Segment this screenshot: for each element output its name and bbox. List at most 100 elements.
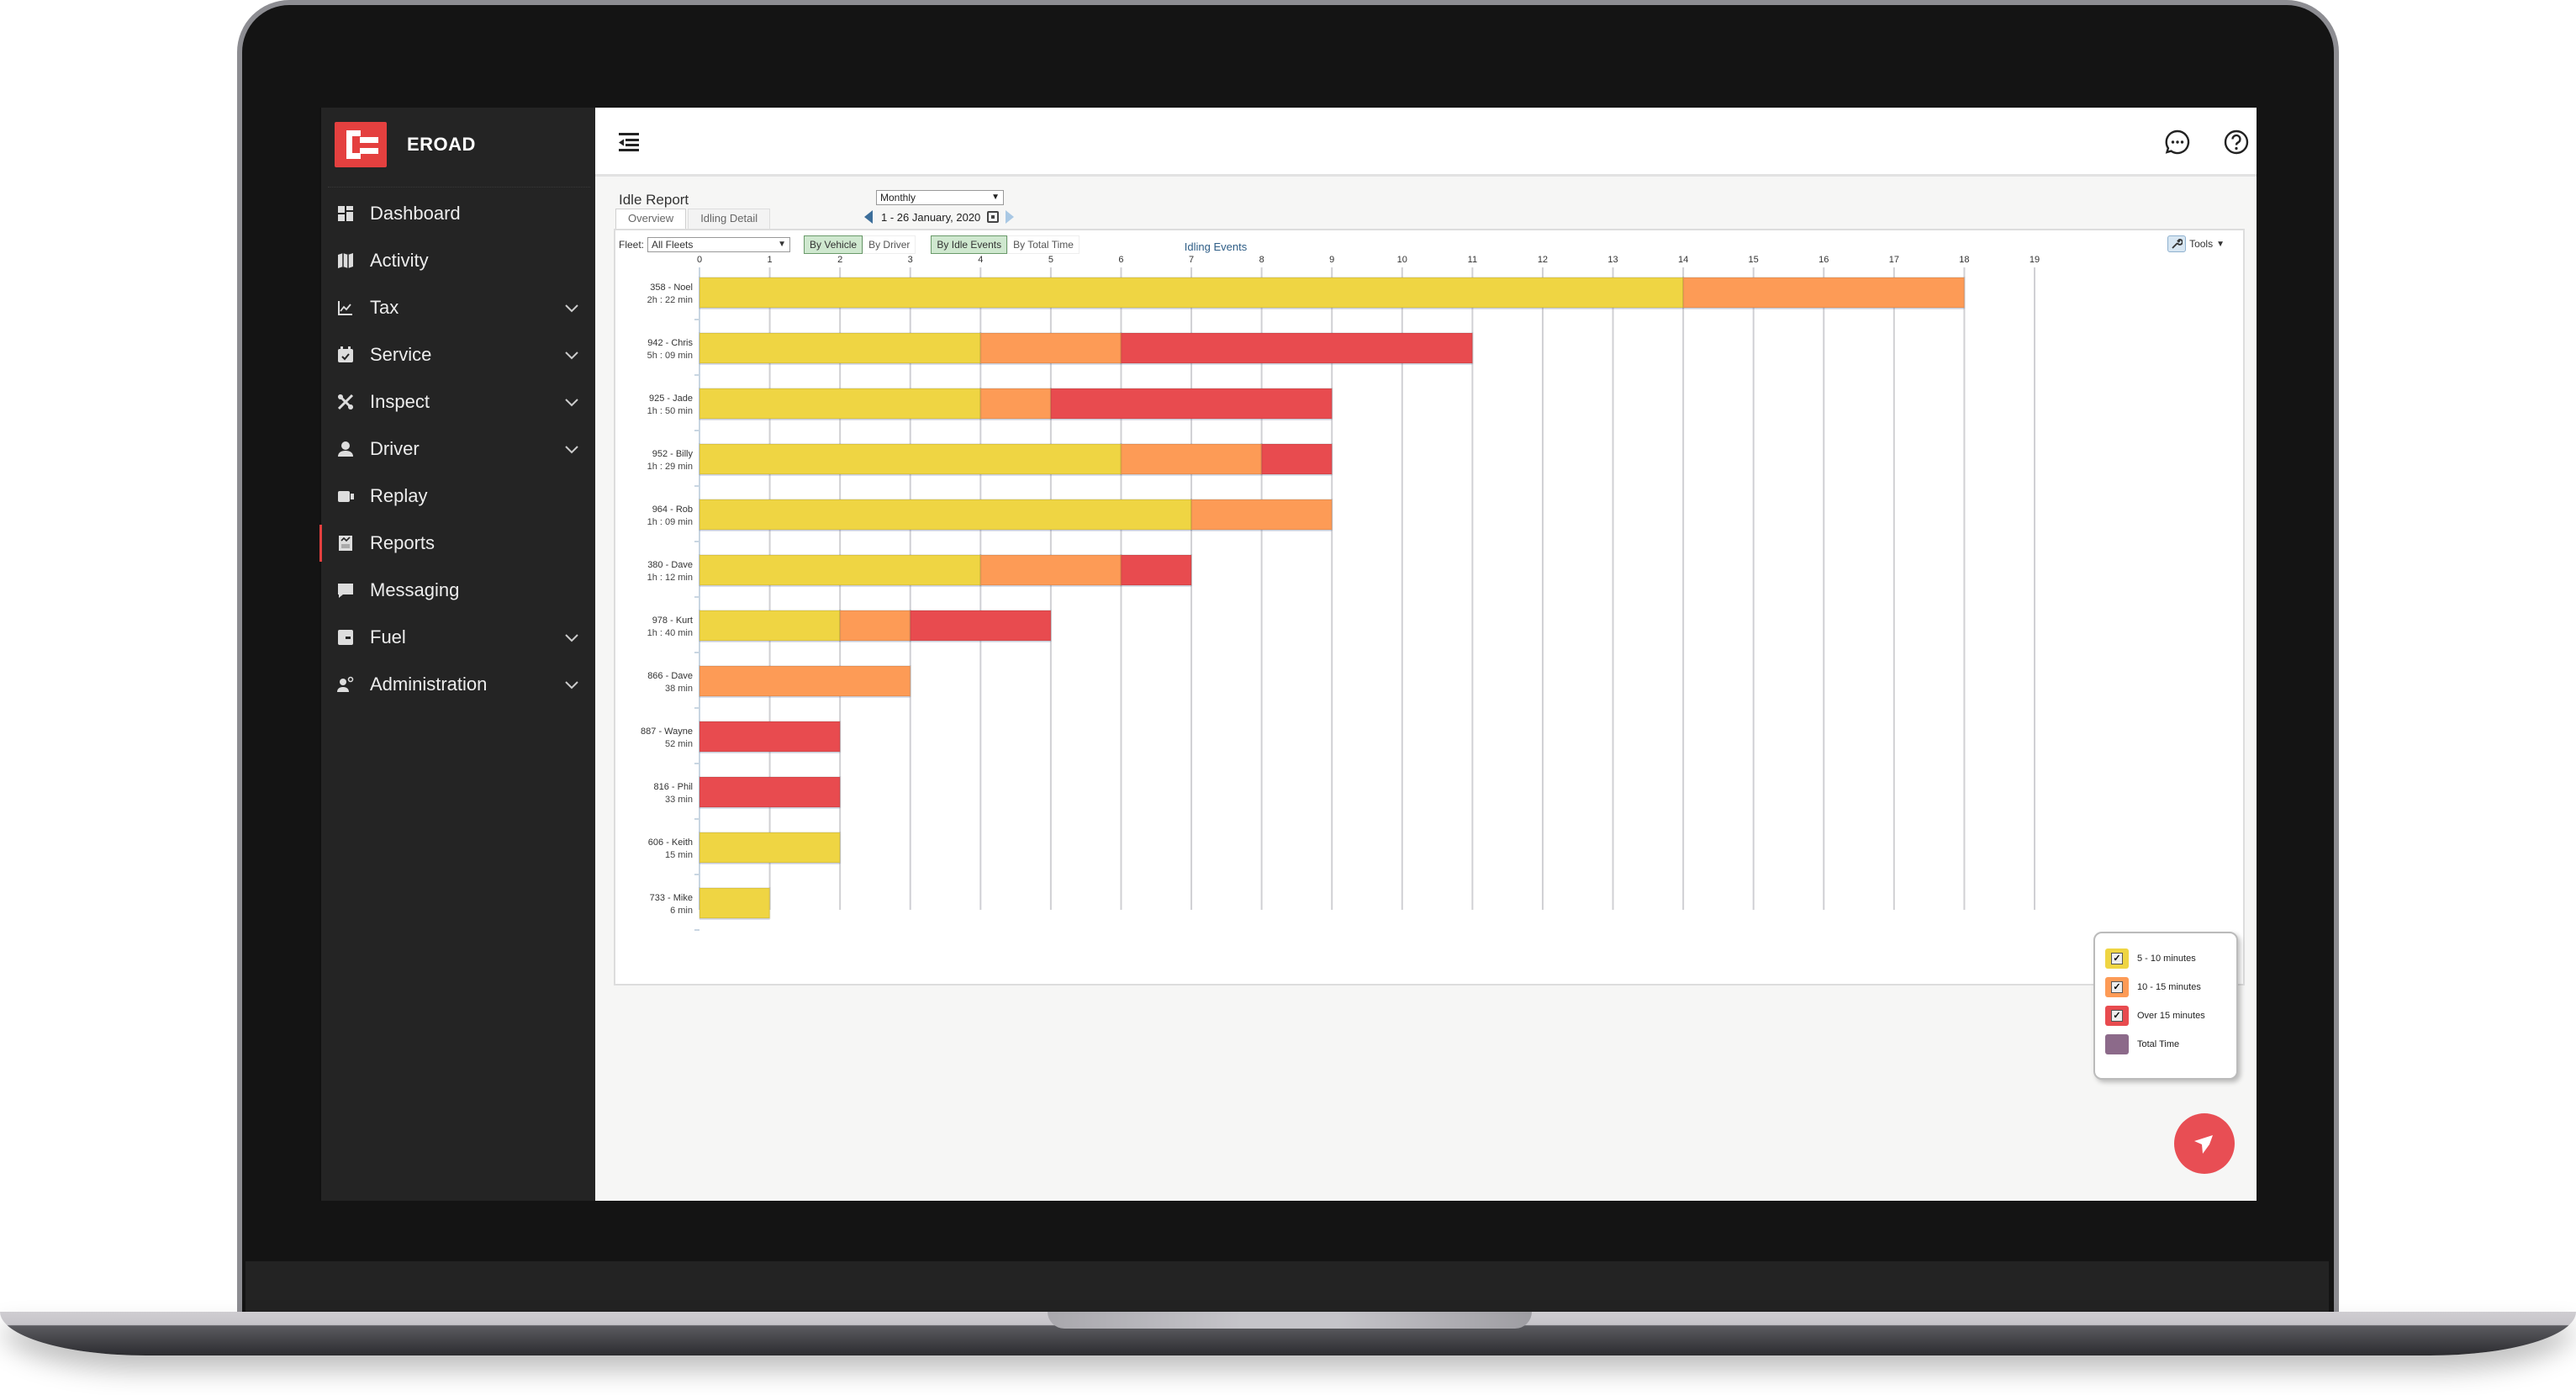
period-select[interactable]: Monthly ▼	[876, 190, 1004, 205]
legend-swatch: ✓	[2105, 977, 2129, 997]
y-category-label: 887 - Wayne	[641, 727, 693, 737]
x-tick-label: 3	[908, 255, 913, 265]
tab-idling-detail[interactable]: Idling Detail	[688, 209, 771, 229]
chevron-down-icon[interactable]	[563, 394, 580, 410]
y-category-sublabel: 1h : 50 min	[647, 406, 693, 416]
x-tick-label: 5	[1048, 255, 1053, 265]
x-tick-label: 8	[1259, 255, 1264, 265]
sidebar-item-inspect[interactable]: Inspect	[319, 378, 595, 425]
bar-segment-5-10-minutes	[699, 443, 1122, 475]
brand-name: EROAD	[407, 134, 476, 155]
bar-segment-5-10-minutes	[699, 277, 1685, 309]
sidebar: EROAD Dashboard Activity Tax Service Inspect…	[319, 108, 595, 1201]
legend-label: Total Time	[2137, 1039, 2180, 1049]
navigation-arrow-icon	[2194, 1135, 2213, 1154]
chevron-down-icon[interactable]	[563, 629, 580, 646]
bar-segment-5-10-minutes	[699, 832, 842, 864]
navigate-fab-button[interactable]	[2174, 1113, 2235, 1174]
y-category-label: 380 - Dave	[647, 560, 693, 570]
brand[interactable]: EROAD	[335, 119, 476, 170]
legend-swatch	[2105, 1034, 2129, 1054]
bar-segment-5-10-minutes	[699, 887, 771, 919]
chevron-down-icon[interactable]	[563, 676, 580, 693]
next-period-icon[interactable]	[1006, 210, 1015, 224]
bar-segment-5-10-minutes	[699, 610, 842, 642]
y-category-sublabel: 33 min	[665, 795, 693, 805]
calendar-icon[interactable]	[987, 211, 1000, 223]
bar-segment-over-15-minutes	[909, 610, 1052, 642]
x-tick-label: 19	[2030, 255, 2040, 265]
bar-segment-over-15-minutes	[1120, 554, 1193, 586]
y-category-sublabel: 5h : 09 min	[647, 351, 693, 361]
chevron-down-icon: ▼	[991, 193, 1000, 202]
chevron-down-icon[interactable]	[563, 441, 580, 457]
bar-segment-over-15-minutes	[1120, 332, 1474, 364]
legend-item[interactable]: ✓ 10 - 15 minutes	[2105, 977, 2201, 997]
chart-title: Idling Events	[1185, 240, 1248, 253]
sidebar-item-fuel[interactable]: Fuel	[319, 614, 595, 661]
bar-segment-10-15-minutes	[1682, 277, 1966, 309]
x-tick-label: 15	[1749, 255, 1759, 265]
chevron-down-icon[interactable]	[563, 346, 580, 363]
legend-item[interactable]: ✓ 5 - 10 minutes	[2105, 948, 2196, 969]
period-select-value: Monthly	[880, 192, 916, 203]
x-tick-label: 7	[1189, 255, 1194, 265]
y-category-sublabel: 38 min	[665, 684, 693, 694]
help-icon[interactable]	[2223, 129, 2250, 156]
sidebar-item-driver[interactable]: Driver	[319, 425, 595, 473]
sidebar-item-tax[interactable]: Tax	[319, 284, 595, 331]
x-tick-label: 4	[978, 255, 983, 265]
legend-label: 5 - 10 minutes	[2137, 954, 2196, 964]
x-tick-label: 18	[1959, 255, 1969, 265]
sidebar-item-label: Reports	[370, 532, 435, 553]
report-title: Idle Report	[619, 192, 689, 208]
bar-segment-over-15-minutes	[1049, 388, 1333, 420]
bar-segment-10-15-minutes	[1190, 499, 1333, 531]
bar-segment-10-15-minutes	[839, 610, 911, 642]
tab-overview[interactable]: Overview	[615, 209, 687, 229]
bar-segment-5-10-minutes	[699, 388, 982, 420]
sidebar-item-dashboard[interactable]: Dashboard	[319, 190, 595, 237]
x-tick-label: 9	[1329, 255, 1334, 265]
top-bar	[595, 108, 2257, 177]
sidebar-item-activity[interactable]: Activity	[319, 237, 595, 284]
bar-segment-5-10-minutes	[699, 499, 1193, 531]
checkbox-checked-icon[interactable]: ✓	[2111, 981, 2123, 993]
fuel-icon	[336, 628, 355, 647]
sidebar-item-label: Messaging	[370, 579, 460, 600]
sidebar-item-messaging[interactable]: Messaging	[319, 567, 595, 614]
x-tick-label: 17	[1889, 255, 1899, 265]
x-tick-label: 10	[1397, 255, 1407, 265]
sidebar-item-administration[interactable]: Administration	[319, 661, 595, 708]
sidebar-nav: Dashboard Activity Tax Service Inspect Driver…	[319, 190, 595, 708]
y-category-sublabel: 6 min	[670, 906, 693, 916]
sidebar-item-replay[interactable]: Replay	[319, 473, 595, 520]
y-category-sublabel: 1h : 09 min	[647, 517, 693, 527]
chevron-down-icon[interactable]	[563, 299, 580, 316]
legend-item[interactable]: ✓ Over 15 minutes	[2105, 1006, 2205, 1026]
dashboard-icon	[336, 204, 355, 223]
video-icon	[336, 487, 355, 505]
laptop-hinge-notch	[1048, 1312, 1532, 1329]
sidebar-item-label: Replay	[370, 485, 428, 506]
calendar-check-icon	[336, 346, 355, 364]
previous-period-icon[interactable]	[864, 210, 873, 224]
x-tick-label: 16	[1819, 255, 1829, 265]
checkbox-checked-icon[interactable]: ✓	[2111, 1010, 2123, 1022]
bar-segment-10-15-minutes	[699, 665, 911, 697]
chat-icon[interactable]	[2164, 129, 2191, 156]
legend-label: 10 - 15 minutes	[2137, 982, 2201, 992]
idle-report: Idle Report Overview Idling Detail Month…	[614, 188, 2245, 1197]
legend-item[interactable]: Total Time	[2105, 1034, 2179, 1054]
bar-segment-10-15-minutes	[979, 332, 1122, 364]
sidebar-item-label: Dashboard	[370, 203, 461, 224]
collapse-menu-icon[interactable]	[617, 131, 641, 153]
y-category-sublabel: 1h : 40 min	[647, 628, 693, 638]
sidebar-item-service[interactable]: Service	[319, 331, 595, 378]
checkbox-checked-icon[interactable]: ✓	[2111, 953, 2123, 964]
map-icon	[336, 251, 355, 270]
bar-segment-10-15-minutes	[1120, 443, 1263, 475]
admin-icon	[336, 675, 355, 694]
sidebar-item-reports[interactable]: Reports	[319, 520, 595, 567]
chart-panel: Fleet: All Fleets ▼ By Vehicle By Driver…	[614, 229, 2245, 1080]
